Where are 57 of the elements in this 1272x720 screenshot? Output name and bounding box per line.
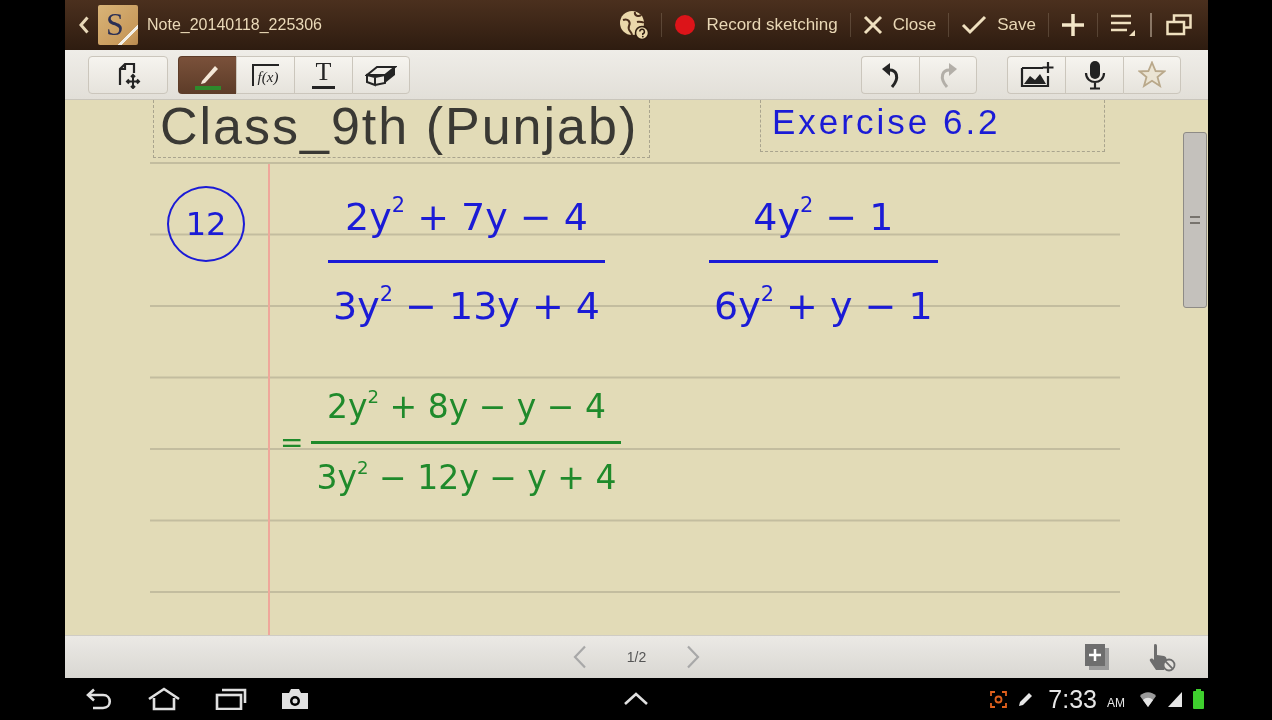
numerator: 2y$^{2}$ + 8y − y − 4 (325, 384, 607, 428)
signal-icon (1167, 690, 1183, 708)
plus-icon (1061, 13, 1085, 37)
text-tool[interactable]: T (294, 55, 352, 94)
window-icon (1166, 14, 1192, 36)
chevron-left-icon (79, 16, 89, 34)
pen-icon (1017, 690, 1035, 708)
record-dot-icon (674, 14, 697, 36)
handwritten-text-box: Exercise 6.2 (760, 100, 1105, 152)
scrollbar-thumb[interactable] (1183, 132, 1207, 308)
insert-image-button[interactable] (1007, 55, 1065, 94)
numerator: 2y$^{2}$ + 7y − 4 (344, 192, 589, 241)
home-icon (147, 687, 181, 711)
numerator: 4y$^{2}$ − 1 (752, 192, 895, 241)
denominator: 3y$^{2}$ − 12y − y + 4 (315, 455, 618, 499)
battery-icon (1193, 689, 1204, 709)
clock-time: 7:33 (1048, 684, 1097, 714)
star-icon (1138, 61, 1166, 88)
pen-tool[interactable] (178, 55, 236, 94)
note-title: Note_20140118_225306 (147, 16, 322, 34)
recent-apps-button[interactable] (215, 688, 247, 710)
microphone-icon (1083, 59, 1106, 90)
image-plus-icon (1019, 60, 1054, 89)
globe-help-icon (619, 10, 650, 40)
check-icon (961, 15, 988, 35)
equals-sign: = (280, 426, 304, 459)
selection-tool[interactable] (88, 55, 168, 94)
denominator: 3y$^{2}$ − 13y + 4 (332, 281, 601, 330)
menu-icon (1110, 13, 1136, 37)
add-page-button[interactable] (1084, 643, 1110, 671)
clock-meridiem: AM (1107, 696, 1125, 710)
title-text-box: Class_9th (Punjab) (153, 100, 650, 158)
close-button[interactable]: Close (852, 5, 947, 45)
redo-arrow-icon (938, 60, 958, 89)
recent-apps-icon (215, 688, 247, 710)
eraser-tool[interactable] (352, 55, 410, 94)
home-button[interactable] (147, 687, 181, 711)
circled-number: 12 (167, 186, 245, 262)
page-plus-icon (1084, 643, 1110, 671)
undo-button[interactable] (861, 55, 919, 94)
save-button[interactable]: Save (951, 5, 1046, 45)
voice-button[interactable] (1065, 55, 1123, 94)
chevron-right-icon (686, 645, 701, 669)
screenshot-icon (990, 690, 1008, 708)
wifi-icon (1139, 690, 1157, 708)
chevron-left-icon (572, 645, 587, 669)
page-indicator: 1/2 (626, 649, 647, 665)
record-button[interactable]: Record sketching (664, 5, 848, 45)
close-icon (862, 15, 883, 35)
camera-icon (281, 688, 309, 710)
formula-tool[interactable]: f(x) (236, 55, 294, 94)
undo-arrow-icon (880, 60, 901, 89)
app-drawer-button[interactable] (623, 692, 649, 706)
caret-up-icon (623, 692, 649, 706)
screenshot-button[interactable] (281, 688, 309, 710)
app-logo: S (98, 5, 138, 45)
denominator: 6y$^{2}$ + y − 1 (713, 281, 934, 330)
